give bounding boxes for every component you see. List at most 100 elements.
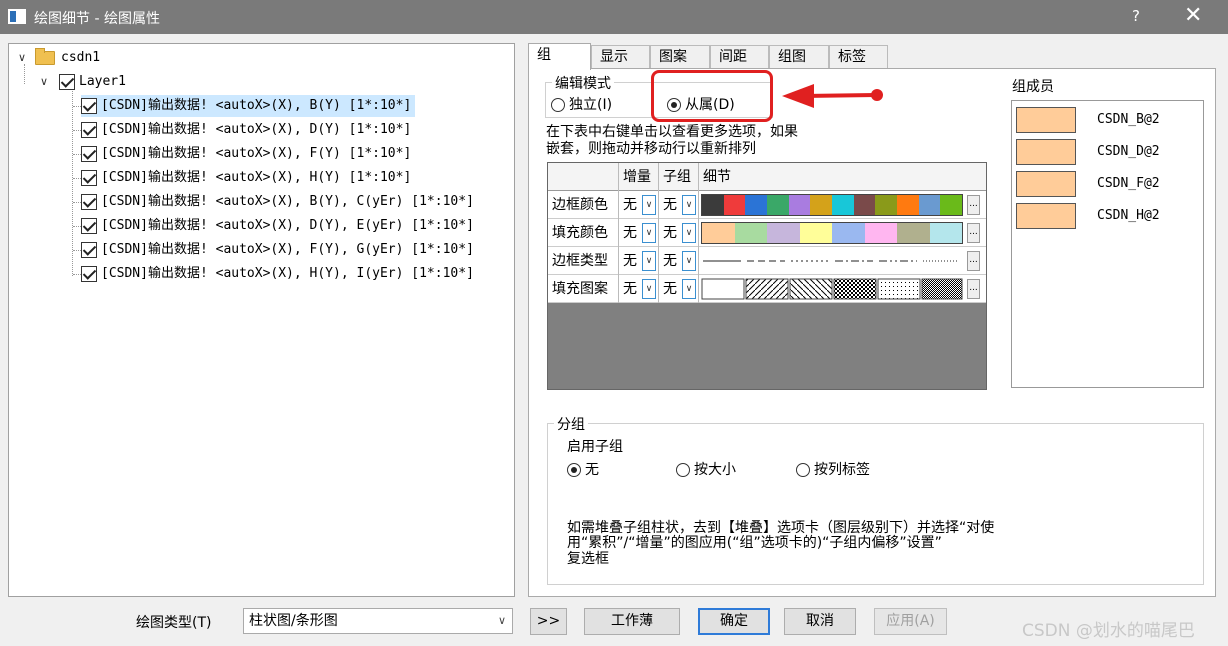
color-swatch[interactable] xyxy=(767,223,800,243)
tree-item[interactable]: [CSDN]输出数据! <autoX>(X), H(Y), I(yEr) [1*… xyxy=(81,263,478,285)
chevron-down-icon[interactable]: ∨ xyxy=(642,223,656,243)
more-options-button[interactable]: ... xyxy=(967,195,980,215)
chevron-down-icon[interactable]: ∨ xyxy=(682,223,696,243)
tree-item[interactable]: [CSDN]输出数据! <autoX>(X), F(Y) [1*:10*] xyxy=(81,143,415,165)
help-button[interactable]: ? xyxy=(1132,7,1140,25)
color-swatch[interactable] xyxy=(745,195,768,215)
tree-item[interactable]: [CSDN]输出数据! <autoX>(X), B(Y) [1*:10*] xyxy=(81,95,416,117)
color-swatch[interactable] xyxy=(723,195,746,215)
item-checkbox[interactable] xyxy=(81,217,97,234)
tree-item-label: [CSDN]输出数据! <autoX>(X), B(Y) [1*:10*] xyxy=(101,98,412,113)
radio-independent[interactable]: 独立(I) xyxy=(551,94,612,114)
item-checkbox[interactable] xyxy=(81,121,97,138)
radio-group-by-column-label[interactable]: 按列标签 xyxy=(796,459,870,479)
color-swatch[interactable] xyxy=(702,195,724,215)
member-swatch[interactable] xyxy=(1016,203,1076,229)
tree-item[interactable]: [CSDN]输出数据! <autoX>(X), D(Y), E(yEr) [1*… xyxy=(81,215,478,237)
member-label: CSDN_F@2 xyxy=(1097,176,1160,191)
fill-pattern-strip[interactable] xyxy=(701,278,963,300)
chevron-down-icon[interactable]: ∨ xyxy=(642,279,656,299)
color-swatch[interactable] xyxy=(767,195,789,215)
close-button[interactable]: ✕ xyxy=(1184,3,1202,28)
member-swatch[interactable] xyxy=(1016,107,1076,133)
more-button[interactable]: >> xyxy=(530,608,567,635)
tab-5[interactable]: 标签 xyxy=(829,45,888,68)
color-swatch[interactable] xyxy=(897,223,930,243)
tree-item[interactable]: [CSDN]输出数据! <autoX>(X), H(Y) [1*:10*] xyxy=(81,167,415,189)
color-swatch[interactable] xyxy=(864,223,897,243)
chevron-down-icon[interactable]: ∨ xyxy=(498,609,506,633)
more-options-button[interactable]: ... xyxy=(967,223,980,243)
app-icon xyxy=(8,9,26,24)
member-swatch[interactable] xyxy=(1016,171,1076,197)
color-swatch[interactable] xyxy=(918,195,941,215)
item-checkbox[interactable] xyxy=(81,241,97,258)
item-checkbox[interactable] xyxy=(81,265,97,282)
cancel-button[interactable]: 取消 xyxy=(784,608,856,635)
tree-item[interactable]: [CSDN]输出数据! <autoX>(X), D(Y) [1*:10*] xyxy=(81,119,415,141)
header-detail[interactable]: 细节 xyxy=(699,163,986,191)
chevron-down-icon[interactable]: ∨ xyxy=(682,251,696,271)
grid-row[interactable]: 边框类型无 ∨ 无 ∨ ... xyxy=(548,247,986,275)
color-swatch[interactable] xyxy=(897,195,919,215)
tab-1[interactable]: 显示 xyxy=(591,45,650,68)
color-swatch[interactable] xyxy=(734,223,767,243)
radio-group-none[interactable]: 无 xyxy=(567,459,599,479)
item-checkbox[interactable] xyxy=(81,169,97,186)
line-style-strip[interactable] xyxy=(701,250,963,272)
color-swatch[interactable] xyxy=(702,223,735,243)
color-swatch[interactable] xyxy=(929,223,962,243)
grid-row[interactable]: 边框颜色无 ∨ 无 ∨... xyxy=(548,191,986,219)
chevron-down-icon[interactable]: ∨ xyxy=(37,71,51,93)
radio-icon[interactable] xyxy=(676,463,690,477)
chevron-down-icon[interactable]: ∨ xyxy=(642,251,656,271)
tree-item[interactable]: [CSDN]输出数据! <autoX>(X), F(Y), G(yEr) [1*… xyxy=(81,239,478,261)
apply-button[interactable]: 应用(A) xyxy=(874,608,947,635)
item-checkbox[interactable] xyxy=(81,193,97,210)
color-swatch[interactable] xyxy=(853,195,876,215)
more-options-button[interactable]: ... xyxy=(967,251,980,271)
subgroup-value: 无 xyxy=(663,253,677,269)
color-swatch[interactable] xyxy=(799,223,832,243)
layer-tree: ∨ csdn1 ∨ Layer1 [CSDN]输出数据! <autoX>(X),… xyxy=(8,43,515,597)
more-options-button[interactable]: ... xyxy=(967,279,980,299)
ok-button[interactable]: 确定 xyxy=(698,608,770,635)
color-swatch[interactable] xyxy=(810,195,833,215)
tree-item[interactable]: [CSDN]输出数据! <autoX>(X), B(Y), C(yEr) [1*… xyxy=(81,191,478,213)
workbook-button[interactable]: 工作薄 xyxy=(584,608,680,635)
item-checkbox[interactable] xyxy=(81,97,97,114)
color-swatch[interactable] xyxy=(832,195,854,215)
grouping-note-2: 用“累积”/“增量”的图应用(“组”选项卡的)“子组内偏移”设置” xyxy=(567,535,942,551)
chevron-down-icon[interactable]: ∨ xyxy=(682,279,696,299)
tree-item-label: [CSDN]输出数据! <autoX>(X), F(Y), G(yEr) [1*… xyxy=(101,242,474,257)
chevron-down-icon[interactable]: ∨ xyxy=(682,195,696,215)
header-subgroup[interactable]: 子组 xyxy=(659,163,699,191)
grid-row[interactable]: 填充颜色无 ∨ 无 ∨... xyxy=(548,219,986,247)
radio-icon[interactable] xyxy=(551,98,565,112)
radio-icon[interactable] xyxy=(796,463,810,477)
layer-checkbox[interactable] xyxy=(59,73,75,90)
tab-4[interactable]: 组图 xyxy=(769,45,829,68)
color-swatch[interactable] xyxy=(832,223,865,243)
grid-row[interactable]: 填充图案无 ∨ 无 ∨ ... xyxy=(548,275,986,303)
item-checkbox[interactable] xyxy=(81,145,97,162)
color-swatch-strip[interactable] xyxy=(701,194,963,216)
color-swatch[interactable] xyxy=(940,195,963,215)
color-swatch-strip[interactable] xyxy=(701,222,963,244)
tab-0[interactable]: 组 xyxy=(528,43,591,70)
radio-group-by-size[interactable]: 按大小 xyxy=(676,459,736,479)
member-swatch[interactable] xyxy=(1016,139,1076,165)
tab-3[interactable]: 间距 xyxy=(710,45,769,68)
header-increment[interactable]: 增量 xyxy=(619,163,659,191)
color-swatch[interactable] xyxy=(875,195,898,215)
highlight-box xyxy=(651,70,773,122)
color-swatch[interactable] xyxy=(788,195,811,215)
grouping-group xyxy=(547,423,1204,585)
plot-type-select[interactable]: 柱状图/条形图 ∨ xyxy=(243,608,513,634)
chevron-down-icon[interactable]: ∨ xyxy=(642,195,656,215)
radio-selected-icon[interactable] xyxy=(567,463,581,477)
tab-2[interactable]: 图案 xyxy=(650,45,710,68)
chevron-down-icon[interactable]: ∨ xyxy=(15,47,29,69)
members-label: 组成员 xyxy=(1012,79,1054,95)
tree-item-label: [CSDN]输出数据! <autoX>(X), H(Y) [1*:10*] xyxy=(101,170,412,185)
